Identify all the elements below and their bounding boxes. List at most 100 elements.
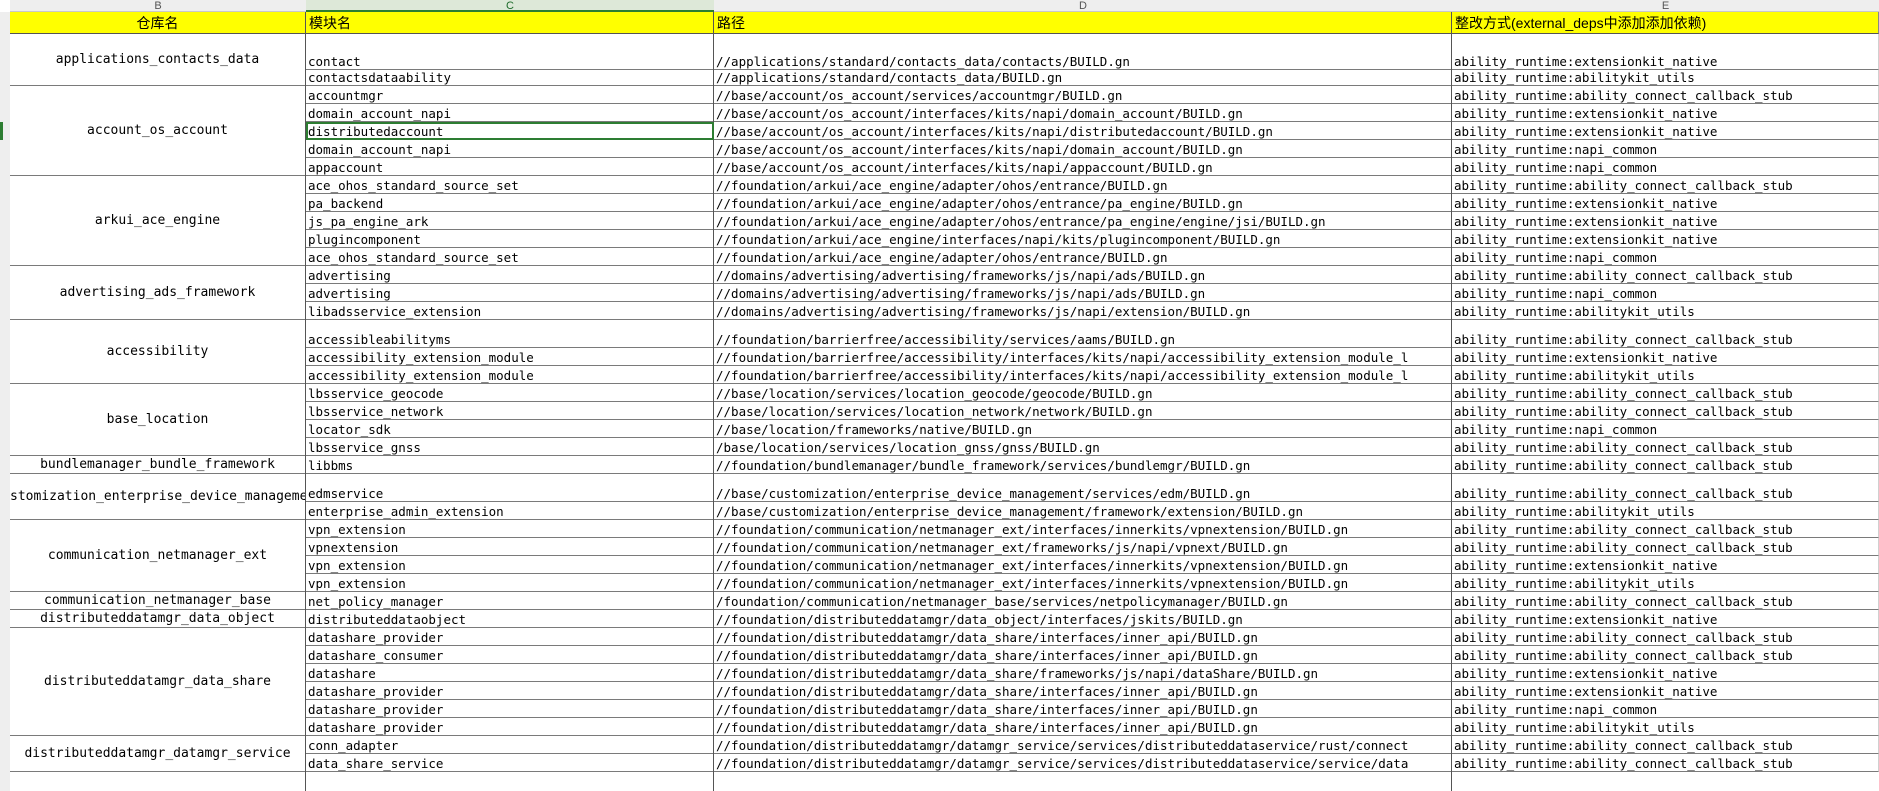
- repo-cell[interactable]: distributeddatamgr_datamgr_service: [10, 736, 306, 772]
- fix-cell[interactable]: ability_runtime:extensionkit_native: [1452, 194, 1879, 212]
- path-cell[interactable]: //applications/standard/contacts_data/co…: [714, 34, 1452, 70]
- module-cell[interactable]: vpn_extension: [306, 556, 714, 574]
- path-cell[interactable]: //foundation/barrierfree/accessibility/i…: [714, 348, 1452, 366]
- fix-cell[interactable]: ability_runtime:napi_common: [1452, 284, 1879, 302]
- module-cell[interactable]: accessibility_extension_module: [306, 366, 714, 384]
- fix-cell[interactable]: ability_runtime:extensionkit_native: [1452, 664, 1879, 682]
- fix-cell[interactable]: ability_runtime:extensionkit_native: [1452, 34, 1879, 70]
- column-header-e[interactable]: E: [1452, 0, 1879, 12]
- fix-cell[interactable]: ability_runtime:ability_connect_callback…: [1452, 646, 1879, 664]
- fix-cell[interactable]: ability_runtime:ability_connect_callback…: [1452, 474, 1879, 502]
- path-cell[interactable]: //foundation/communication/netmanager_ex…: [714, 556, 1452, 574]
- fix-cell[interactable]: ability_runtime:ability_connect_callback…: [1452, 754, 1879, 772]
- path-cell[interactable]: //foundation/arkui/ace_engine/adapter/oh…: [714, 176, 1452, 194]
- column-header-b[interactable]: B: [10, 0, 306, 12]
- fix-cell[interactable]: ability_runtime:extensionkit_native: [1452, 556, 1879, 574]
- repo-cell[interactable]: account_os_account: [10, 86, 306, 176]
- header-path[interactable]: 路径: [714, 12, 1452, 34]
- module-cell[interactable]: distributedaccount: [306, 122, 714, 140]
- path-cell[interactable]: //foundation/distributeddatamgr/data_obj…: [714, 610, 1452, 628]
- path-cell[interactable]: //foundation/arkui/ace_engine/adapter/oh…: [714, 212, 1452, 230]
- module-cell[interactable]: net_policy_manager: [306, 592, 714, 610]
- path-cell[interactable]: /foundation/communication/netmanager_bas…: [714, 592, 1452, 610]
- module-cell[interactable]: datashare_provider: [306, 628, 714, 646]
- module-cell[interactable]: accessibility_extension_module: [306, 348, 714, 366]
- path-cell[interactable]: //foundation/arkui/ace_engine/adapter/oh…: [714, 194, 1452, 212]
- path-cell[interactable]: //applications/standard/contacts_data/BU…: [714, 70, 1452, 86]
- path-cell[interactable]: //foundation/bundlemanager/bundle_framew…: [714, 456, 1452, 474]
- header-module-name[interactable]: 模块名: [306, 12, 714, 34]
- fix-cell[interactable]: ability_runtime:ability_connect_callback…: [1452, 176, 1879, 194]
- module-cell[interactable]: advertising: [306, 266, 714, 284]
- module-cell[interactable]: locator_sdk: [306, 420, 714, 438]
- fix-cell[interactable]: ability_runtime:napi_common: [1452, 140, 1879, 158]
- module-cell[interactable]: distributeddataobject: [306, 610, 714, 628]
- repo-cell[interactable]: distributeddatamgr_data_object: [10, 610, 306, 628]
- fix-cell[interactable]: ability_runtime:ability_connect_callback…: [1452, 520, 1879, 538]
- module-cell[interactable]: lbsservice_gnss: [306, 438, 714, 456]
- repo-cell[interactable]: distributeddatamgr_data_share: [10, 628, 306, 736]
- repo-cell[interactable]: accessibility: [10, 320, 306, 384]
- fix-cell[interactable]: ability_runtime:extensionkit_native: [1452, 682, 1879, 700]
- path-cell[interactable]: //foundation/communication/netmanager_ex…: [714, 520, 1452, 538]
- path-cell[interactable]: //foundation/distributeddatamgr/data_sha…: [714, 646, 1452, 664]
- module-cell[interactable]: enterprise_admin_extension: [306, 502, 714, 520]
- path-cell[interactable]: /base/location/services/location_gnss/gn…: [714, 438, 1452, 456]
- fix-cell[interactable]: ability_runtime:extensionkit_native: [1452, 212, 1879, 230]
- fix-cell[interactable]: ability_runtime:abilitykit_utils: [1452, 502, 1879, 520]
- module-cell[interactable]: ace_ohos_standard_source_set: [306, 248, 714, 266]
- fix-cell[interactable]: ability_runtime:napi_common: [1452, 700, 1879, 718]
- fix-cell[interactable]: ability_runtime:abilitykit_utils: [1452, 70, 1879, 86]
- module-cell[interactable]: libadsservice_extension: [306, 302, 714, 320]
- path-cell[interactable]: //foundation/distributeddatamgr/data_sha…: [714, 700, 1452, 718]
- module-cell[interactable]: datashare_provider: [306, 682, 714, 700]
- path-cell[interactable]: //base/location/services/location_networ…: [714, 402, 1452, 420]
- module-cell[interactable]: contactsdataability: [306, 70, 714, 86]
- module-cell[interactable]: datashare_consumer: [306, 646, 714, 664]
- path-cell[interactable]: //base/account/os_account/services/accou…: [714, 86, 1452, 104]
- column-header-c[interactable]: C: [306, 0, 714, 12]
- module-cell[interactable]: conn_adapter: [306, 736, 714, 754]
- fix-cell[interactable]: ability_runtime:ability_connect_callback…: [1452, 456, 1879, 474]
- fix-cell[interactable]: ability_runtime:ability_connect_callback…: [1452, 438, 1879, 456]
- fix-cell[interactable]: ability_runtime:ability_connect_callback…: [1452, 320, 1879, 348]
- header-fix-method[interactable]: 整改方式(external_deps中添加添加依赖): [1452, 12, 1879, 34]
- fix-cell[interactable]: ability_runtime:abilitykit_utils: [1452, 574, 1879, 592]
- repo-cell[interactable]: arkui_ace_engine: [10, 176, 306, 266]
- path-cell[interactable]: //base/location/frameworks/native/BUILD.…: [714, 420, 1452, 438]
- module-cell[interactable]: accessibleabilityms: [306, 320, 714, 348]
- module-cell[interactable]: vpn_extension: [306, 574, 714, 592]
- repo-cell[interactable]: communication_netmanager_ext: [10, 520, 306, 592]
- path-cell[interactable]: //foundation/barrierfree/accessibility/s…: [714, 320, 1452, 348]
- path-cell[interactable]: //foundation/distributeddatamgr/datamgr_…: [714, 736, 1452, 754]
- path-cell[interactable]: //foundation/communication/netmanager_ex…: [714, 538, 1452, 556]
- module-cell[interactable]: lbsservice_network: [306, 402, 714, 420]
- repo-cell[interactable]: stomization_enterprise_device_manageme: [10, 474, 306, 520]
- column-header-d[interactable]: D: [714, 0, 1452, 12]
- fix-cell[interactable]: ability_runtime:napi_common: [1452, 248, 1879, 266]
- fix-cell[interactable]: ability_runtime:abilitykit_utils: [1452, 366, 1879, 384]
- path-cell[interactable]: //foundation/distributeddatamgr/data_sha…: [714, 628, 1452, 646]
- fix-cell[interactable]: ability_runtime:ability_connect_callback…: [1452, 592, 1879, 610]
- repo-cell[interactable]: communication_netmanager_base: [10, 592, 306, 610]
- repo-cell[interactable]: applications_contacts_data: [10, 34, 306, 86]
- module-cell[interactable]: contact: [306, 34, 714, 70]
- fix-cell[interactable]: ability_runtime:napi_common: [1452, 420, 1879, 438]
- module-cell[interactable]: libbms: [306, 456, 714, 474]
- module-cell[interactable]: accountmgr: [306, 86, 714, 104]
- path-cell[interactable]: //base/customization/enterprise_device_m…: [714, 502, 1452, 520]
- repo-cell[interactable]: bundlemanager_bundle_framework: [10, 456, 306, 474]
- module-cell[interactable]: vpn_extension: [306, 520, 714, 538]
- path-cell[interactable]: //domains/advertising/advertising/framew…: [714, 266, 1452, 284]
- module-cell[interactable]: pa_backend: [306, 194, 714, 212]
- path-cell[interactable]: //base/location/services/location_geocod…: [714, 384, 1452, 402]
- module-cell[interactable]: domain_account_napi: [306, 104, 714, 122]
- path-cell[interactable]: //foundation/communication/netmanager_ex…: [714, 574, 1452, 592]
- path-cell[interactable]: //base/account/os_account/interfaces/kit…: [714, 158, 1452, 176]
- module-cell[interactable]: datashare_provider: [306, 718, 714, 736]
- module-cell[interactable]: domain_account_napi: [306, 140, 714, 158]
- module-cell[interactable]: data_share_service: [306, 754, 714, 772]
- fix-cell[interactable]: ability_runtime:extensionkit_native: [1452, 610, 1879, 628]
- path-cell[interactable]: //base/account/os_account/interfaces/kit…: [714, 140, 1452, 158]
- fix-cell[interactable]: ability_runtime:extensionkit_native: [1452, 104, 1879, 122]
